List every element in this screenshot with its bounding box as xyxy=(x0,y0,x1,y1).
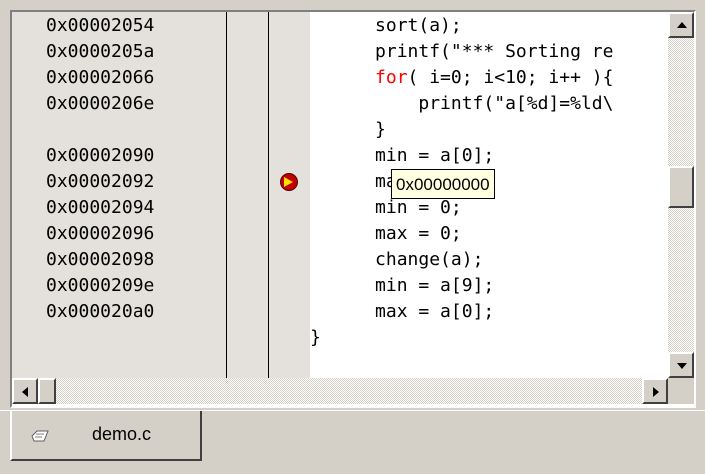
source-line[interactable]: } xyxy=(310,117,386,143)
source-text: change(a); xyxy=(375,249,484,270)
source-text: printf("*** Sorting re xyxy=(375,41,614,62)
source-text: printf("a[%d]=%ld\ xyxy=(418,93,614,114)
source-indent xyxy=(310,275,375,296)
source-indent xyxy=(310,15,375,36)
scroll-corner xyxy=(668,378,694,404)
source-indent xyxy=(310,249,375,270)
source-indent xyxy=(310,171,375,192)
address-cell: 0x0000205a xyxy=(46,41,155,62)
source-indent xyxy=(310,145,375,166)
vertical-scroll-thumb[interactable] xyxy=(668,166,694,208)
tab-demo-c[interactable]: demo.c xyxy=(10,411,202,461)
source-keyword: for xyxy=(375,67,408,88)
source-indent xyxy=(310,41,375,62)
arrow-down-icon xyxy=(677,363,687,369)
source-indent xyxy=(310,197,375,218)
address-cell: 0x00002094 xyxy=(46,197,155,218)
address-cell: 0x00002066 xyxy=(46,67,155,88)
horizontal-scroll-thumb[interactable] xyxy=(38,378,56,404)
address-cell: 0x0000209e xyxy=(46,275,155,296)
arrow-left-icon xyxy=(22,387,28,397)
source-line[interactable]: } xyxy=(310,325,321,351)
scroll-left-button[interactable] xyxy=(12,378,38,404)
source-text: min = a[9]; xyxy=(375,275,495,296)
source-line[interactable]: change(a); xyxy=(310,247,483,273)
scroll-up-button[interactable] xyxy=(668,12,694,38)
scroll-down-button[interactable] xyxy=(668,352,694,378)
source-window: 0x00002054 0x0000205a 0x00002066 0x0000206e… xyxy=(4,4,702,408)
address-cell: 0x00002054 xyxy=(46,15,155,36)
source-line[interactable]: max = 0; xyxy=(310,221,462,247)
source-text: ( i=0; i<10; i++ ){ xyxy=(407,67,614,88)
source-text: sort(a); xyxy=(375,15,462,36)
source-line[interactable]: max = a[0]; xyxy=(310,299,494,325)
source-text: min = 0; xyxy=(375,197,462,218)
program-counter-arrow-icon xyxy=(280,173,298,191)
source-indent xyxy=(310,93,418,114)
source-text: } xyxy=(375,119,386,140)
breakpoint-column[interactable] xyxy=(269,12,310,378)
address-cell: 0x00002098 xyxy=(46,249,155,270)
arrow-right-icon xyxy=(653,387,659,397)
source-line[interactable]: for( i=0; i<10; i++ ){ xyxy=(310,65,613,91)
c-source-file-icon xyxy=(31,430,49,442)
source-line[interactable]: printf("a[%d]=%ld\ xyxy=(310,91,613,117)
source-line[interactable]: min = a[0]; xyxy=(310,143,494,169)
address-cell: 0x00002090 xyxy=(46,145,155,166)
horizontal-scrollbar[interactable] xyxy=(12,378,668,404)
coverage-column[interactable] xyxy=(227,12,269,378)
source-text: max = a[0]; xyxy=(375,301,495,322)
address-cell: 0x00002096 xyxy=(46,223,155,244)
tab-label: demo.c xyxy=(92,424,152,444)
source-indent xyxy=(310,67,375,88)
source-line[interactable]: sort(a); xyxy=(310,13,462,39)
scroll-right-button[interactable] xyxy=(642,378,668,404)
source-pane: 0x00002054 0x0000205a 0x00002066 0x0000206e… xyxy=(10,10,696,408)
source-indent xyxy=(310,301,375,322)
file-tab-strip: demo.c xyxy=(0,410,705,474)
source-text: } xyxy=(310,327,321,348)
arrow-up-icon xyxy=(677,22,687,28)
source-indent xyxy=(310,119,375,140)
address-cell: 0x000020a0 xyxy=(46,301,155,322)
address-cell: 0x00002092 xyxy=(46,171,155,192)
address-column: 0x00002054 0x0000205a 0x00002066 0x0000206e… xyxy=(12,12,227,378)
address-cell: 0x0000206e xyxy=(46,93,155,114)
value-tooltip: 0x00000000 xyxy=(391,169,495,199)
source-indent xyxy=(310,223,375,244)
source-line[interactable]: min = a[9]; xyxy=(310,273,494,299)
source-line[interactable]: printf("*** Sorting re xyxy=(310,39,613,65)
vertical-scrollbar[interactable] xyxy=(668,12,694,378)
source-text: min = a[0]; xyxy=(375,145,495,166)
source-text: max = 0; xyxy=(375,223,462,244)
